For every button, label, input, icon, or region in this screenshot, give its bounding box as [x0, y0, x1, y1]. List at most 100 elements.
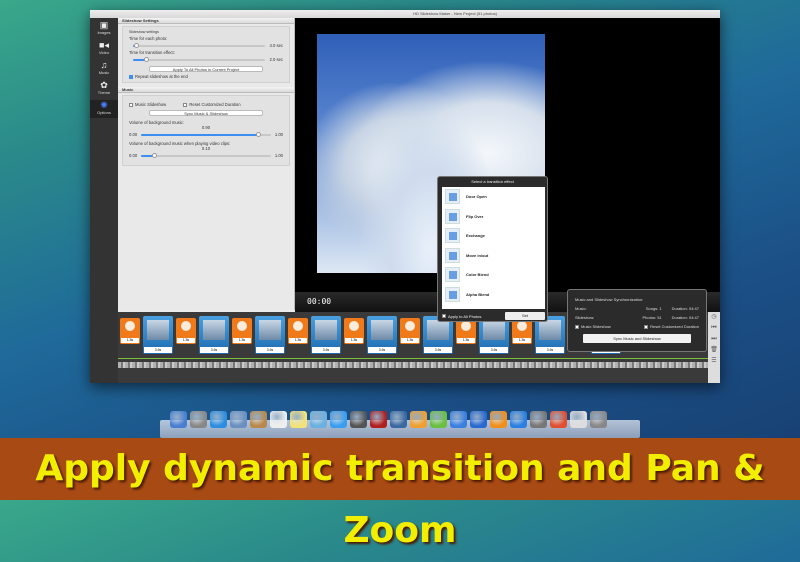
music-header[interactable]: Music — [118, 87, 294, 93]
transition-clip[interactable]: 1.8s — [176, 318, 196, 344]
clip-duration: 3.6s — [536, 347, 564, 353]
transition-name: Exchange — [466, 233, 485, 239]
video-volume-slider[interactable] — [141, 152, 271, 158]
transition-thumbnail-icon — [445, 208, 460, 224]
sidebar: ▣ Images ■◂ Video ♫ Music ✿ Theme ✺ Options — [90, 18, 118, 383]
transition-icon — [517, 321, 527, 331]
set-button[interactable]: Set — [505, 312, 545, 320]
dock-app-icon[interactable] — [330, 411, 347, 428]
clip-duration: 3.6s — [424, 347, 452, 353]
photo-clip[interactable]: 3.6s — [367, 316, 397, 354]
transition-icon — [293, 321, 303, 331]
sidebar-item-video[interactable]: ■◂ Video — [90, 40, 118, 58]
dock-app-icon[interactable] — [530, 411, 547, 428]
photo-clip[interactable]: 3.6s — [311, 316, 341, 354]
transition-thumbnail-icon — [445, 228, 460, 244]
music-track-line — [118, 358, 708, 359]
transition-item[interactable]: Door Open — [442, 187, 545, 207]
dock-app-icon[interactable] — [290, 411, 307, 428]
slideshow-settings-header[interactable]: Slideshow Settings — [118, 18, 294, 24]
photo-time-slider[interactable] — [133, 42, 266, 48]
dock-app-icon[interactable] — [490, 411, 507, 428]
dock-app-icon[interactable] — [270, 411, 287, 428]
dock-app-icon[interactable] — [570, 411, 587, 428]
dock-app-icon[interactable] — [190, 411, 207, 428]
slideshow-label: Slideshow: — [575, 315, 595, 320]
dock-app-icon[interactable] — [350, 411, 367, 428]
transition-item[interactable]: Color Blend — [442, 265, 545, 285]
bg-volume-slider[interactable] — [141, 131, 271, 137]
photo-clip[interactable]: 3.6s — [199, 316, 229, 354]
transition-clip[interactable]: 1.8s — [344, 318, 364, 344]
transition-duration: 1.8s — [177, 338, 195, 343]
photo-clip[interactable]: 3.6s — [143, 316, 173, 354]
time-readout: 00:00 — [307, 297, 332, 306]
list-icon[interactable]: ☰ — [708, 356, 720, 367]
sidebar-item-label: Options — [97, 110, 111, 115]
apply-all-photos-checkbox[interactable] — [442, 314, 446, 319]
transition-item[interactable]: Move in/out — [442, 246, 545, 266]
transition-popup: Select a transition effect Door Open Flip… — [437, 176, 548, 322]
video-min: 0.00 — [129, 153, 138, 158]
transition-item[interactable]: Exchange — [442, 226, 545, 246]
transition-thumbnail-icon — [445, 267, 460, 283]
window-title: HD Slideshow Maker - New Project (51 pho… — [90, 10, 720, 18]
photo-thumbnail — [259, 320, 281, 340]
dock-app-icon[interactable] — [590, 411, 607, 428]
transition-name: Color Blend — [466, 272, 489, 278]
transition-clip[interactable]: 1.8s — [120, 318, 140, 344]
sync-popup: Music and Slideshow Synchronization: Mus… — [567, 289, 707, 352]
bg-min: 0.00 — [129, 132, 138, 137]
sidebar-item-music[interactable]: ♫ Music — [90, 60, 118, 78]
transition-item[interactable]: Flip Over — [442, 207, 545, 227]
dock-app-icon[interactable] — [470, 411, 487, 428]
reset-duration-checkbox[interactable] — [183, 102, 188, 107]
music-slideshow-checkbox[interactable] — [129, 102, 133, 107]
transition-icon — [125, 321, 135, 331]
repeat-checkbox[interactable] — [129, 74, 133, 79]
transition-item[interactable]: Alpha Blend — [442, 285, 545, 305]
transition-icon — [405, 321, 415, 331]
dock-app-icon[interactable] — [170, 411, 187, 428]
music-slideshow-label: Music Slideshow — [135, 102, 167, 107]
dock-app-icon[interactable] — [430, 411, 447, 428]
sidebar-item-options[interactable]: ✺ Options — [90, 100, 118, 118]
transition-time-slider[interactable] — [133, 56, 266, 62]
transition-icon — [237, 321, 247, 331]
dock-app-icon[interactable] — [550, 411, 567, 428]
dock-app-icon[interactable] — [210, 411, 227, 428]
move-right-icon[interactable]: ⏭ — [708, 334, 720, 345]
clip-duration: 3.6s — [200, 347, 228, 353]
transition-clip[interactable]: 1.8s — [232, 318, 252, 344]
sync-reset-checkbox[interactable] — [644, 324, 649, 329]
sync-music-slideshow-checkbox[interactable] — [575, 324, 579, 329]
sidebar-item-images[interactable]: ▣ Images — [90, 20, 118, 38]
audio-waveform[interactable] — [118, 362, 708, 368]
photos-count: Photos: 51 — [642, 315, 662, 320]
photo-time-value: 4.0 sec — [269, 43, 283, 48]
dock-app-icon[interactable] — [450, 411, 467, 428]
transition-clip[interactable]: 1.8s — [400, 318, 420, 344]
dock-app-icon[interactable] — [410, 411, 427, 428]
sync-music-button[interactable]: Sync Music & Slideshow — [149, 110, 263, 116]
sync-music-slideshow-button[interactable]: Sync Music and Slideshow — [583, 334, 691, 343]
photo-clip[interactable]: 3.6s — [255, 316, 285, 354]
transition-clip[interactable]: 1.8s — [288, 318, 308, 344]
move-left-icon[interactable]: ⏮ — [708, 323, 720, 334]
dock-app-icon[interactable] — [250, 411, 267, 428]
dock-app-icon[interactable] — [310, 411, 327, 428]
dock-app-icon[interactable] — [370, 411, 387, 428]
transition-popup-title: Select a transition effect — [471, 179, 514, 184]
transition-thumbnail-icon — [445, 189, 460, 205]
dock-app-icon[interactable] — [510, 411, 527, 428]
trash-icon[interactable]: 🗑 — [708, 345, 720, 356]
slideshow-duration: Duration: 04:47 — [671, 315, 699, 320]
transition-duration: 1.8s — [289, 338, 307, 343]
dock-app-icon[interactable] — [230, 411, 247, 428]
sidebar-item-theme[interactable]: ✿ Theme — [90, 80, 118, 98]
music-label: Music: — [575, 306, 587, 311]
clock-icon[interactable]: ◷ — [708, 312, 720, 323]
dock-app-icon[interactable] — [390, 411, 407, 428]
apply-all-button[interactable]: Apply To All Photos in Current Project — [149, 66, 263, 72]
group-label: Slideshow settings — [129, 30, 159, 34]
